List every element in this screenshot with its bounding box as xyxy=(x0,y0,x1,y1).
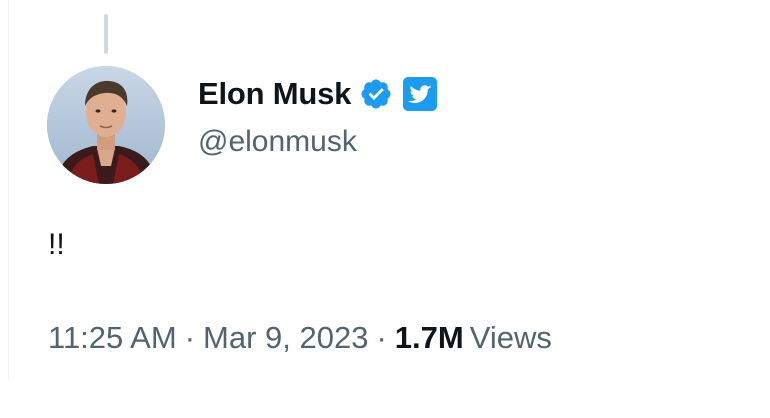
avatar-photo-icon xyxy=(47,66,165,184)
author-handle[interactable]: @elonmusk xyxy=(198,125,357,159)
meta-separator: · xyxy=(376,320,387,355)
tweet-date[interactable]: Mar 9, 2023 xyxy=(203,320,368,356)
tweet-card: Elon Musk @elonmusk !! 11:25 AM · Mar 9,… xyxy=(0,0,770,418)
views-count[interactable]: 1.7M xyxy=(395,320,464,356)
author-name-row: Elon Musk xyxy=(198,72,438,116)
author-display-name[interactable]: Elon Musk xyxy=(198,76,351,112)
avatar[interactable] xyxy=(47,66,165,184)
tweet-time[interactable]: 11:25 AM xyxy=(48,320,177,356)
thread-connector-line xyxy=(104,14,108,54)
tweet-meta: 11:25 AM · Mar 9, 2023 · 1.7M Views xyxy=(48,320,552,356)
tweet-text: !! xyxy=(48,228,65,261)
verified-badge-icon[interactable] xyxy=(359,77,393,111)
left-border xyxy=(0,0,9,380)
twitter-bird-icon xyxy=(403,77,438,111)
meta-separator: · xyxy=(184,320,196,355)
views-label[interactable]: Views xyxy=(470,320,552,356)
